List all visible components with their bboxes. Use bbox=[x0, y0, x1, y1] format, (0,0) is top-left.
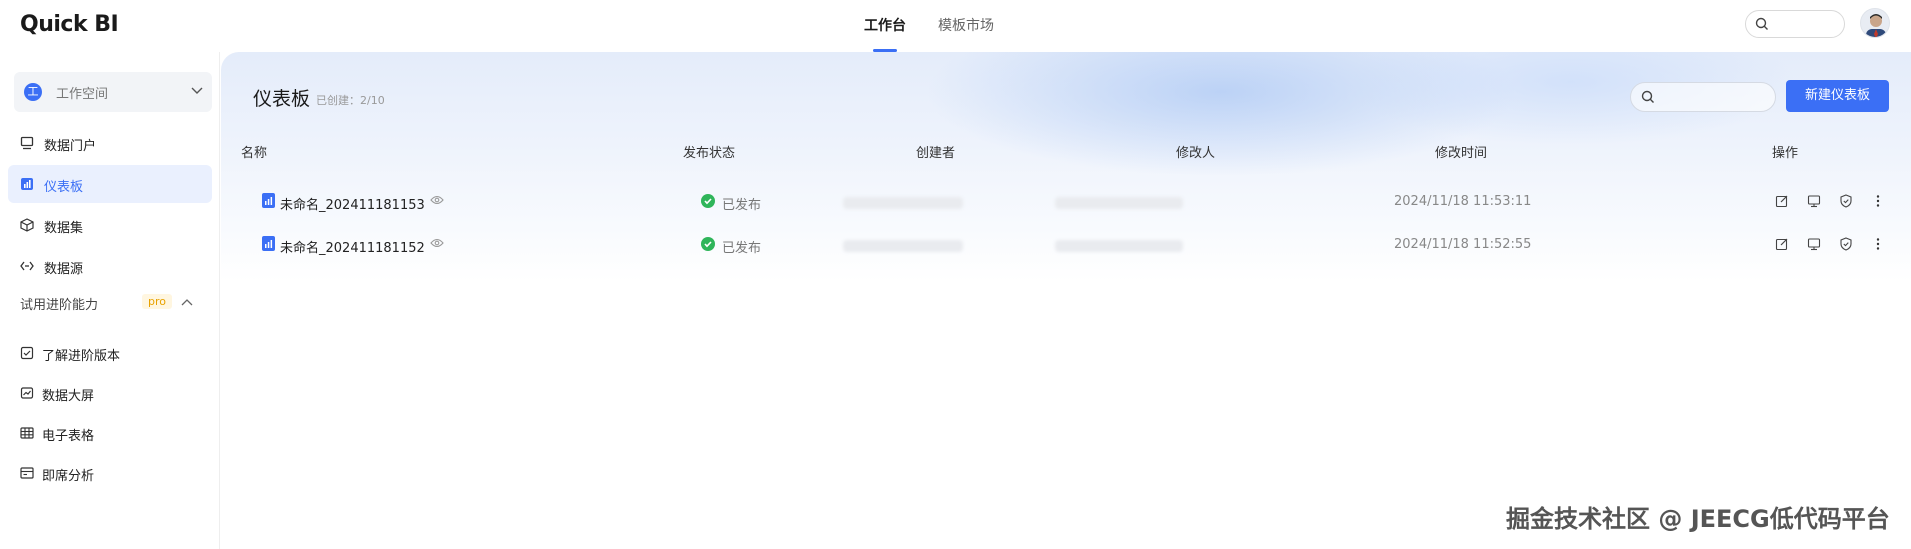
search-icon bbox=[1641, 90, 1655, 108]
workspace-badge: 工 bbox=[24, 83, 42, 101]
present-icon[interactable] bbox=[1807, 194, 1821, 208]
check-box-icon bbox=[20, 346, 34, 360]
chevron-up-icon bbox=[180, 296, 194, 314]
search-icon bbox=[1755, 17, 1769, 35]
chart-screen-icon bbox=[20, 386, 34, 400]
sidebar: 工 工作空间 数据门户 仪表板 数据集 数据源 试用进阶能力 pro 了解进阶版… bbox=[0, 52, 220, 549]
new-dashboard-button[interactable]: 新建仪表板 bbox=[1786, 80, 1889, 112]
sidebar-item-label: 数据门户 bbox=[44, 139, 97, 154]
global-search-input[interactable] bbox=[1745, 10, 1845, 38]
workspace-label: 工作空间 bbox=[56, 87, 109, 102]
dashboard-search-input[interactable] bbox=[1630, 82, 1776, 112]
creator-redacted bbox=[843, 197, 963, 209]
created-count: 已创建：2/10 bbox=[316, 94, 385, 107]
table-row[interactable]: 未命名_202411181152 已发布 2024/11/18 11:52:55 bbox=[233, 222, 1901, 266]
dashboard-file-icon bbox=[262, 193, 275, 208]
eye-icon[interactable] bbox=[430, 237, 444, 253]
sidebar-item-data-screen[interactable]: 数据大屏 bbox=[8, 374, 212, 412]
column-header-creator: 创建者 bbox=[916, 146, 956, 161]
shield-icon[interactable] bbox=[1839, 237, 1853, 251]
column-header-modifier: 修改人 bbox=[1176, 146, 1216, 161]
sidebar-item-data-portal[interactable]: 数据门户 bbox=[8, 124, 212, 162]
link-icon bbox=[20, 259, 34, 273]
modified-time: 2024/11/18 11:52:55 bbox=[1394, 237, 1532, 252]
published-check-icon bbox=[701, 237, 715, 251]
modifier-redacted bbox=[1055, 240, 1183, 252]
table-icon bbox=[20, 426, 34, 440]
chevron-down-icon bbox=[190, 83, 204, 101]
pro-badge: pro bbox=[142, 294, 172, 309]
eye-icon[interactable] bbox=[430, 194, 444, 210]
user-avatar[interactable] bbox=[1860, 8, 1890, 38]
sidebar-item-learn-advanced[interactable]: 了解进阶版本 bbox=[8, 334, 212, 372]
column-header-status: 发布状态 bbox=[683, 146, 736, 161]
monitor-icon bbox=[20, 136, 34, 150]
sidebar-item-spreadsheet[interactable]: 电子表格 bbox=[8, 414, 212, 452]
sidebar-item-label: 即席分析 bbox=[42, 469, 95, 484]
sidebar-item-label: 数据集 bbox=[44, 221, 84, 236]
column-header-actions: 操作 bbox=[1772, 146, 1799, 161]
sidebar-item-label: 电子表格 bbox=[42, 429, 95, 444]
sidebar-item-data-source[interactable]: 数据源 bbox=[8, 247, 212, 285]
cube-icon bbox=[20, 218, 34, 232]
published-check-icon bbox=[701, 194, 715, 208]
sidebar-item-label: 仪表板 bbox=[44, 180, 84, 195]
tab-workbench[interactable]: 工作台 bbox=[864, 15, 906, 35]
sidebar-item-label: 了解进阶版本 bbox=[42, 349, 121, 364]
tab-template-market[interactable]: 模板市场 bbox=[938, 15, 994, 35]
app-logo[interactable]: Quick BI bbox=[20, 12, 119, 37]
table-row[interactable]: 未命名_202411181153 已发布 2024/11/18 11:53:11 bbox=[233, 180, 1901, 224]
modifier-redacted bbox=[1055, 197, 1183, 209]
status-label: 已发布 bbox=[722, 241, 762, 256]
present-icon[interactable] bbox=[1807, 237, 1821, 251]
main-content: 仪表板 已创建：2/10 新建仪表板 名称 发布状态 创建者 修改人 修改时间 … bbox=[221, 52, 1911, 549]
modified-time: 2024/11/18 11:53:11 bbox=[1394, 194, 1532, 209]
creator-redacted bbox=[843, 240, 963, 252]
edit-icon[interactable] bbox=[1775, 237, 1789, 251]
workspace-select[interactable]: 工 工作空间 bbox=[14, 72, 212, 112]
dashboard-name-link[interactable]: 未命名_202411181152 bbox=[280, 237, 425, 256]
sidebar-item-label: 数据大屏 bbox=[42, 389, 95, 404]
page-title: 仪表板 bbox=[253, 88, 311, 110]
dashboard-name-link[interactable]: 未命名_202411181153 bbox=[280, 194, 425, 213]
watermark: 掘金技术社区 @ JEECG低代码平台 bbox=[1506, 505, 1890, 533]
more-vertical-icon[interactable] bbox=[1871, 194, 1885, 208]
dashboard-file-icon bbox=[262, 236, 275, 251]
more-vertical-icon[interactable] bbox=[1871, 237, 1885, 251]
group-label: 试用进阶能力 bbox=[20, 298, 99, 313]
advanced-features-group[interactable]: 试用进阶能力 pro bbox=[20, 294, 200, 314]
status-label: 已发布 bbox=[722, 198, 762, 213]
column-header-name: 名称 bbox=[241, 146, 268, 161]
sidebar-item-label: 数据源 bbox=[44, 262, 84, 277]
sidebar-item-dashboard[interactable]: 仪表板 bbox=[8, 165, 212, 203]
edit-icon[interactable] bbox=[1775, 194, 1789, 208]
dashboard-icon bbox=[20, 177, 34, 191]
sidebar-item-adhoc-analysis[interactable]: 即席分析 bbox=[8, 454, 212, 492]
column-header-modified-time: 修改时间 bbox=[1435, 146, 1488, 161]
shield-icon[interactable] bbox=[1839, 194, 1853, 208]
sidebar-item-dataset[interactable]: 数据集 bbox=[8, 206, 212, 244]
top-bar: Quick BI 工作台 模板市场 bbox=[0, 0, 1911, 52]
analysis-icon bbox=[20, 466, 34, 480]
